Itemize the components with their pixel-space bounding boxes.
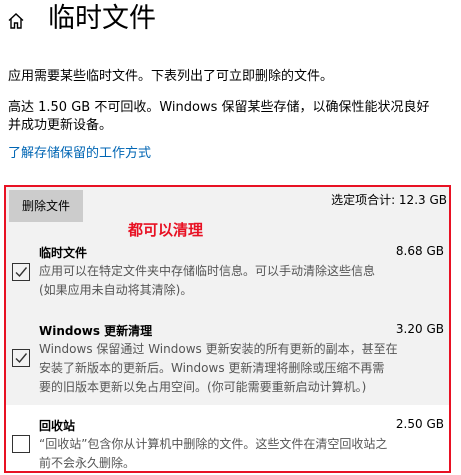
note-line: 高达 1.50 GB 不可回收。Windows 保留某些存储，以确保性能状况良好 [8, 100, 430, 115]
home-icon[interactable] [6, 11, 26, 31]
delete-files-button[interactable]: 删除文件 [9, 190, 83, 222]
item-description-line: (如果应用未自动将其清除)。 [39, 283, 193, 297]
temporary-files-page: 临时文件 应用需要某些临时文件。下表列出了可立即删除的文件。 高达 1.50 G… [0, 0, 461, 475]
reserved-storage-note: 高达 1.50 GB 不可回收。Windows 保留某些存储，以确保性能状况良好… [8, 99, 458, 135]
item-description-line: “回收站”包含你从计算机中删除的文件。这些文件在清空回收站之 [39, 437, 388, 451]
windows-update-cleanup-checkbox[interactable] [12, 349, 30, 367]
list-item-recycle-bin: 回收站 2.50 GB “回收站”包含你从计算机中删除的文件。这些文件在清空回收… [4, 405, 450, 470]
item-title: 回收站 [39, 419, 76, 433]
page-description: 应用需要某些临时文件。下表列出了可立即删除的文件。 [8, 69, 334, 84]
list-item-temp-files: 临时文件 8.68 GB 应用可以在特定文件夹中存储临时信息。可以手动清除这些信… [4, 238, 450, 314]
item-description: 应用可以在特定文件夹中存储临时信息。可以手动清除这些信息 (如果应用未自动将其清… [39, 262, 449, 300]
item-size: 8.68 GB [395, 244, 444, 258]
item-size: 3.20 GB [395, 322, 444, 336]
temp-files-checkbox[interactable] [12, 263, 30, 281]
learn-storage-reserve-link[interactable]: 了解存储保留的工作方式 [8, 145, 151, 163]
page-title: 临时文件 [48, 3, 156, 34]
item-title: Windows 更新清理 [39, 324, 153, 338]
item-description-line: Windows 保留通过 Windows 更新安装的所有更新的副本，甚至在 [39, 342, 398, 356]
item-description-line: 要的旧版本更新以免占用空间。(你可能需要重新启动计算机。) [39, 380, 367, 394]
item-description-line: 前不会永久删除。 [39, 456, 136, 470]
item-title: 临时文件 [39, 246, 88, 260]
page-header: 临时文件 [0, 0, 461, 44]
checkmark-icon [15, 353, 28, 364]
selected-total: 选定项合计: 12.3 GB [331, 193, 447, 207]
item-description-line: 应用可以在特定文件夹中存储临时信息。可以手动清除这些信息 [39, 264, 376, 278]
note-line: 并成功更新设备。 [8, 118, 113, 133]
recycle-bin-checkbox[interactable] [12, 435, 30, 453]
item-description-line: 安装了新版本的更新后。Windows 更新清理将删除或压缩不再需 [39, 361, 385, 375]
item-size: 2.50 GB [395, 417, 444, 431]
item-description: Windows 保留通过 Windows 更新安装的所有更新的副本，甚至在 安装… [39, 340, 449, 397]
list-item-windows-update-cleanup: Windows 更新清理 3.20 GB Windows 保留通过 Window… [4, 314, 450, 402]
checkmark-icon [15, 267, 28, 278]
annotation-label: 都可以清理 [128, 221, 204, 239]
item-description: “回收站”包含你从计算机中删除的文件。这些文件在清空回收站之 前不会永久删除。 [39, 435, 449, 473]
